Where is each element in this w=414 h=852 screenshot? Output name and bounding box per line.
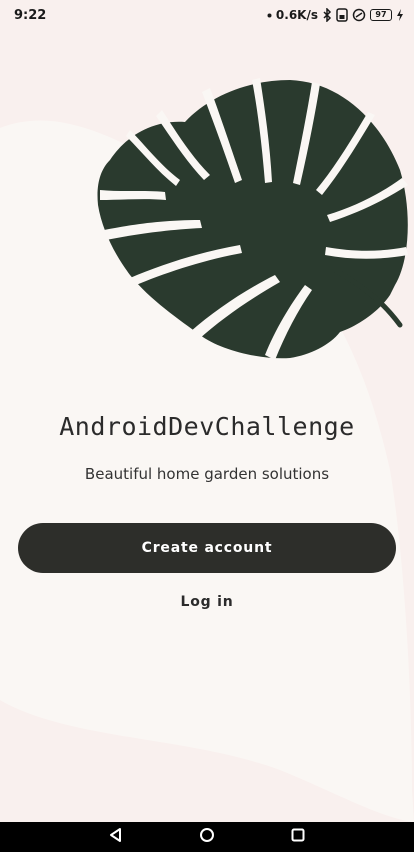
create-account-button[interactable]: Create account: [18, 523, 396, 573]
data-saver-icon: [352, 8, 366, 22]
bluetooth-icon: [322, 8, 332, 22]
app-title: AndroidDevChallenge: [59, 412, 355, 441]
app-subtitle: Beautiful home garden solutions: [84, 465, 330, 483]
recents-icon: [290, 827, 306, 847]
system-nav-bar: [0, 822, 414, 852]
home-icon: [199, 827, 215, 847]
charging-icon: [396, 8, 404, 22]
status-bar: 9:22 0.6K/s 97: [0, 0, 414, 30]
back-icon: [108, 827, 124, 847]
battery-icon: 97: [370, 9, 392, 21]
monstera-leaf-image: [97, 78, 408, 360]
home-button[interactable]: [192, 822, 222, 852]
recents-button[interactable]: [283, 822, 313, 852]
sim-icon: [336, 8, 348, 22]
network-speed: 0.6K/s: [275, 8, 318, 22]
log-in-button[interactable]: Log in: [157, 585, 257, 619]
status-icons: 0.6K/s 97: [267, 8, 404, 22]
dot-icon: [267, 13, 272, 18]
back-button[interactable]: [101, 822, 131, 852]
status-time: 9:22: [14, 7, 47, 23]
